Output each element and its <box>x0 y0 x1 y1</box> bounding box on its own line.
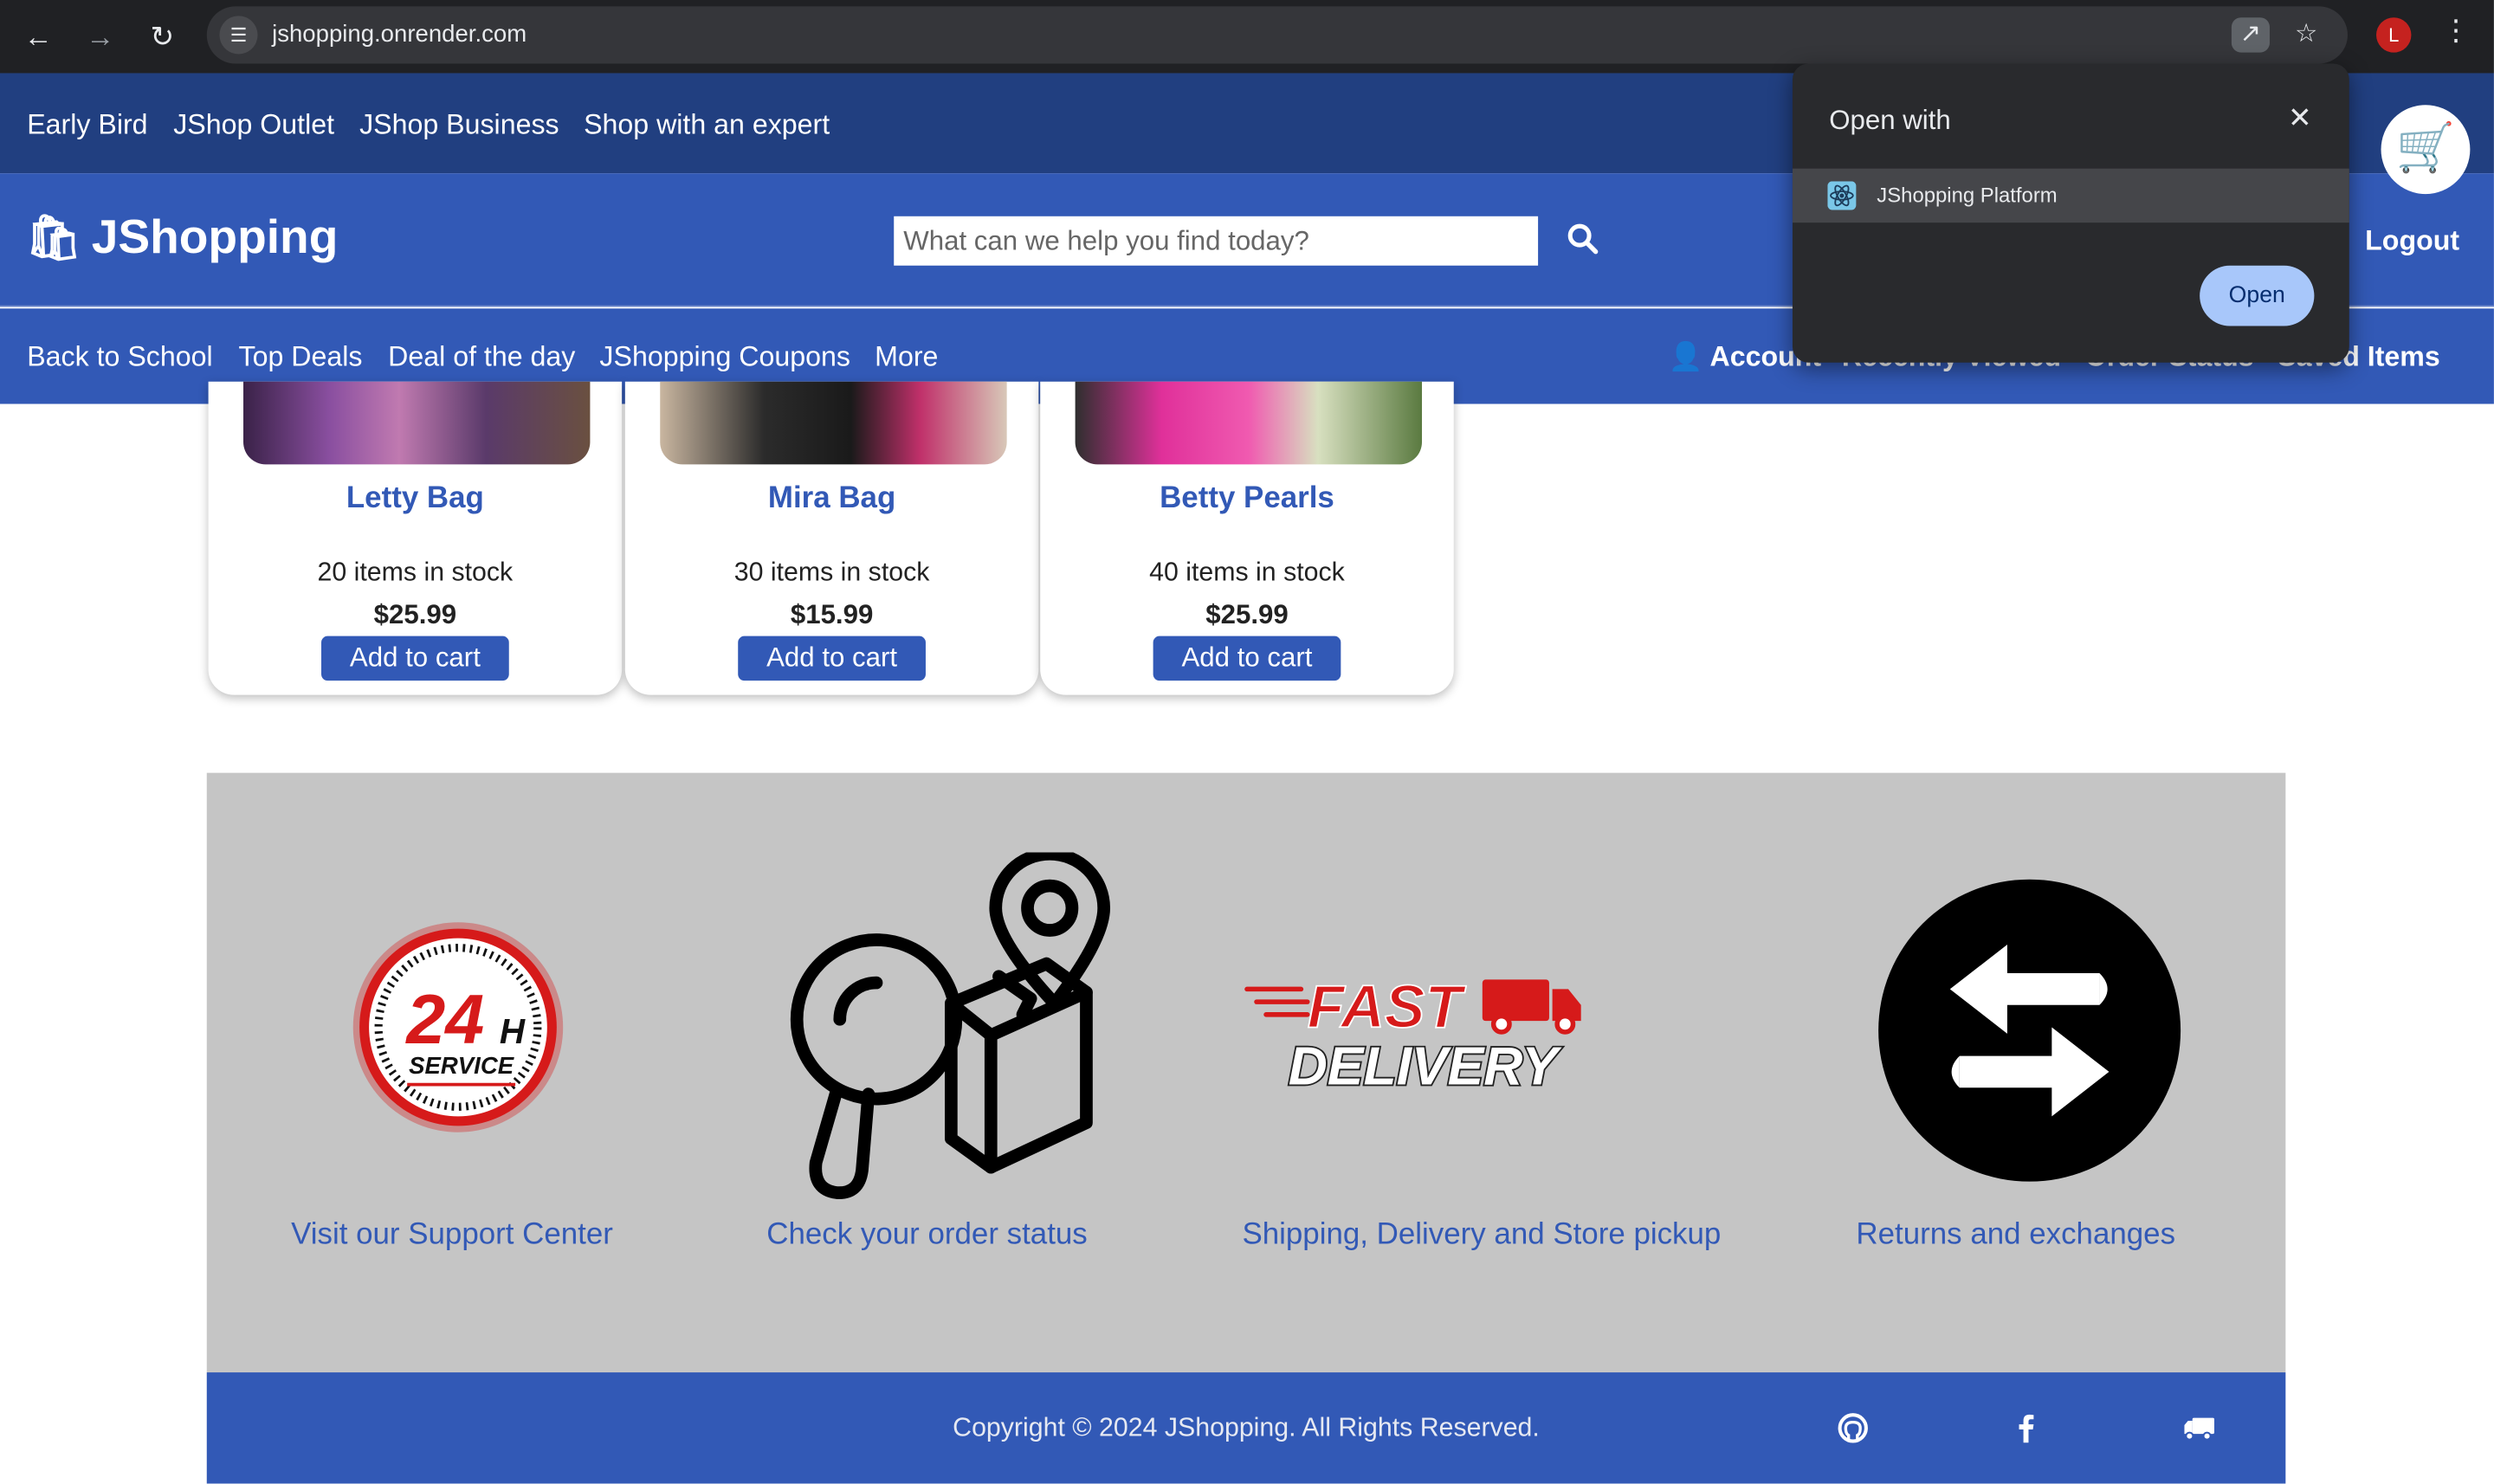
nav-more[interactable]: More <box>875 340 938 374</box>
services-section: 24 H SERVICE FAST DELIVERY Visit our Sup… <box>206 772 2286 1373</box>
github-icon[interactable] <box>1836 1410 1870 1445</box>
topbar-link-business[interactable]: JShop Business <box>359 108 559 142</box>
nav-back-to-school[interactable]: Back to School <box>27 340 212 374</box>
shipping-delivery-link[interactable]: Shipping, Delivery and Store pickup <box>1242 1218 1721 1253</box>
fast-delivery-icon[interactable]: FAST DELIVERY <box>1244 967 1593 1094</box>
product-name[interactable]: Mira Bag <box>625 482 1039 517</box>
24h-service-icon[interactable]: 24 H SERVICE <box>346 916 569 1139</box>
order-status-service-link[interactable]: Check your order status <box>766 1218 1087 1253</box>
nav-deal-of-the-day[interactable]: Deal of the day <box>388 340 575 374</box>
open-with-popup: Open with ✕ JShopping Platform Open <box>1792 63 2349 363</box>
cart-button[interactable]: 🛒 <box>2381 105 2471 195</box>
order-tracking-icon[interactable] <box>760 852 1126 1210</box>
nav-top-deals[interactable]: Top Deals <box>239 340 363 374</box>
product-name[interactable]: Betty Pearls <box>1040 482 1454 517</box>
product-price: $25.99 <box>373 599 457 630</box>
support-center-link[interactable]: Visit our Support Center <box>291 1218 613 1253</box>
brand-logo[interactable]: 🛍 JShopping <box>25 211 338 265</box>
back-arrow-icon[interactable]: ← <box>16 15 60 59</box>
brand-name: JShopping <box>91 211 339 264</box>
fast-text: FAST <box>1308 973 1467 1041</box>
product-price: $25.99 <box>1205 599 1289 630</box>
nav-coupons[interactable]: JShopping Coupons <box>599 340 850 374</box>
topbar-link-outlet[interactable]: JShop Outlet <box>173 108 334 142</box>
add-to-cart-button[interactable]: Add to cart <box>1153 636 1341 681</box>
url-text[interactable]: jshopping.onrender.com <box>272 21 527 48</box>
cart-icon: 🛒 <box>2395 122 2456 176</box>
topbar-link-expert[interactable]: Shop with an expert <box>584 108 830 142</box>
open-button[interactable]: Open <box>2200 265 2315 326</box>
logout-link[interactable]: Logout <box>2365 224 2459 258</box>
product-image[interactable] <box>1075 381 1423 465</box>
site-settings-icon[interactable]: ☰ <box>219 16 258 55</box>
product-card: Mira Bag 30 items in stock $15.99 Add to… <box>624 381 1039 695</box>
delivery-text: DELIVERY <box>1289 1036 1562 1094</box>
bookmark-star-icon[interactable]: ☆ <box>2287 17 2325 52</box>
product-stock: 30 items in stock <box>733 558 930 587</box>
badge-h-text: H <box>500 1011 526 1051</box>
product-name[interactable]: Letty Bag <box>209 482 623 517</box>
facebook-icon[interactable] <box>2009 1410 2044 1445</box>
returns-exchange-icon[interactable] <box>1877 878 2182 1184</box>
add-to-cart-button[interactable]: Add to cart <box>321 636 509 681</box>
add-to-cart-button[interactable]: Add to cart <box>738 636 926 681</box>
close-icon[interactable]: ✕ <box>2281 99 2319 137</box>
site-footer: Copyright © 2024 JShopping. All Rights R… <box>206 1372 2286 1484</box>
app-option-jshopping[interactable]: JShopping Platform <box>1792 168 2349 223</box>
open-in-app-icon[interactable]: ↗ <box>2231 17 2270 53</box>
topbar-link-early-bird[interactable]: Early Bird <box>27 108 147 142</box>
product-price: $15.99 <box>790 599 874 630</box>
product-card: Betty Pearls 40 items in stock $25.99 Ad… <box>1040 381 1454 695</box>
truck-icon[interactable] <box>2182 1410 2217 1445</box>
returns-exchanges-link[interactable]: Returns and exchanges <box>1856 1218 2175 1253</box>
product-stock: 20 items in stock <box>317 558 514 587</box>
search-input[interactable] <box>894 216 1539 266</box>
product-card: Letty Bag 20 items in stock $25.99 Add t… <box>208 381 623 695</box>
copyright-text: Copyright © 2024 JShopping. All Rights R… <box>953 1413 1540 1442</box>
forward-arrow-icon[interactable]: → <box>78 15 122 59</box>
shopping-bag-icon: 🛍 <box>25 213 82 263</box>
reload-icon[interactable]: ↻ <box>140 15 184 59</box>
product-stock: 40 items in stock <box>1149 558 1345 587</box>
product-image[interactable] <box>660 381 1007 465</box>
badge-service-text: SERVICE <box>409 1052 515 1079</box>
search-icon[interactable] <box>1565 221 1599 255</box>
profile-avatar[interactable]: L <box>2376 17 2412 53</box>
user-icon: 👤 <box>1668 340 1703 372</box>
badge-24-text: 24 <box>404 981 484 1059</box>
product-image[interactable] <box>243 381 591 465</box>
browser-toolbar: ← → ↻ ☰ jshopping.onrender.com ↗ ☆ L ⋮ <box>0 0 2494 74</box>
menu-kebab-icon[interactable]: ⋮ <box>2437 15 2475 48</box>
popup-title: Open with <box>1829 105 1951 136</box>
react-app-icon <box>1827 181 1857 210</box>
address-bar[interactable]: ☰ jshopping.onrender.com ↗ ☆ <box>206 6 2348 64</box>
app-option-label: JShopping Platform <box>1877 183 2058 207</box>
